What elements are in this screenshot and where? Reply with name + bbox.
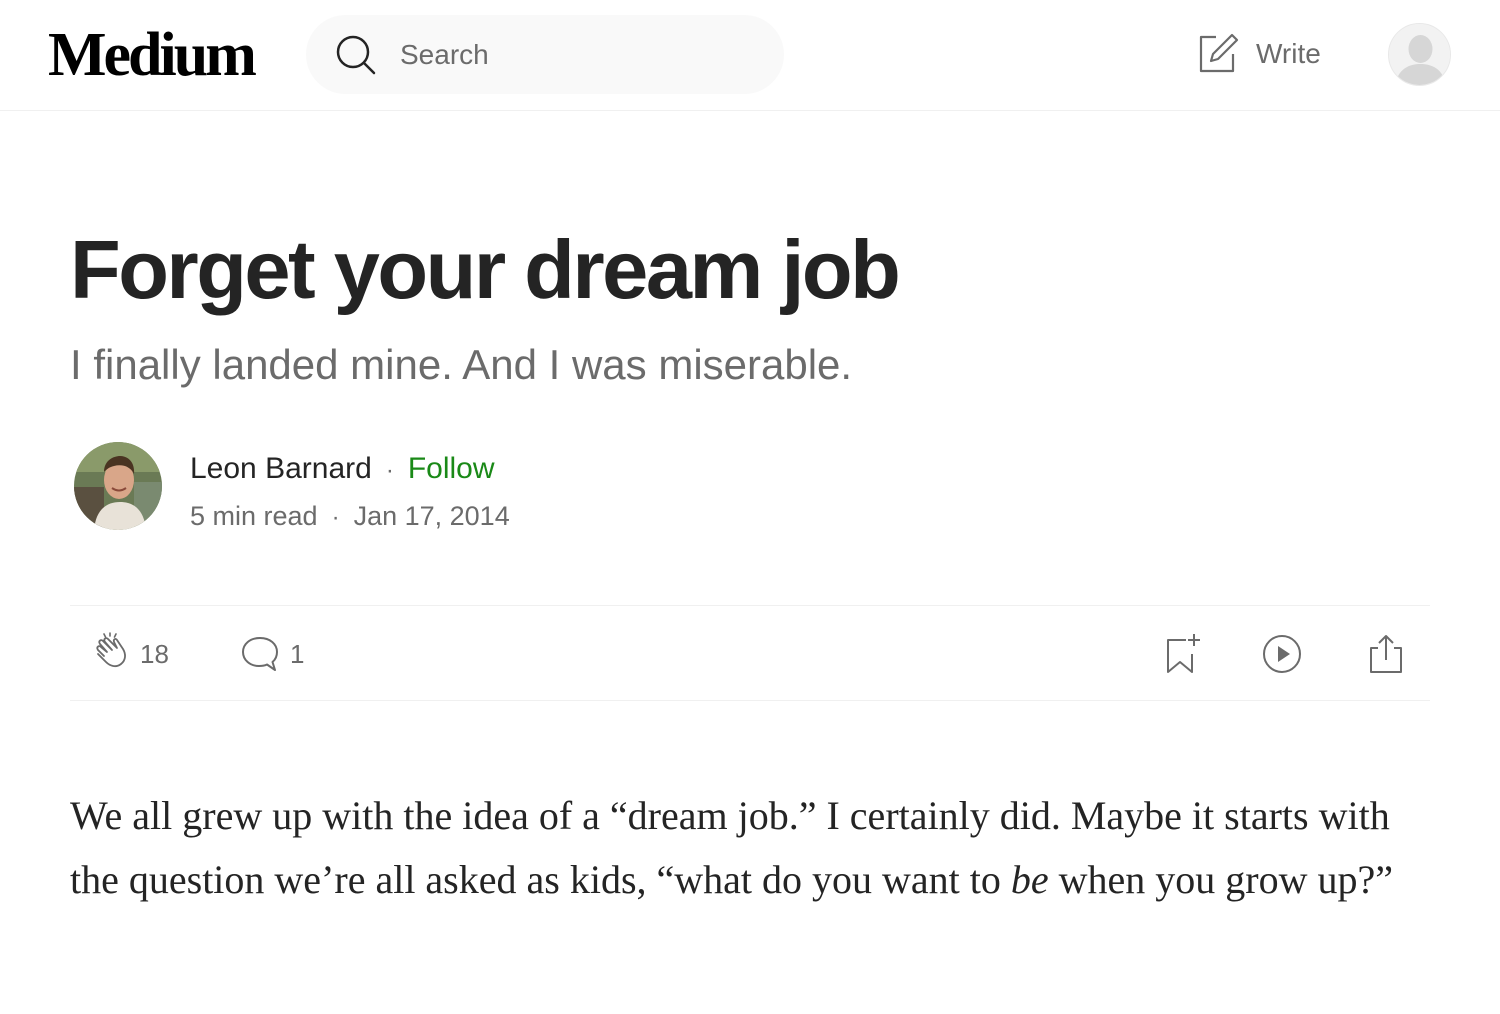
response-count: 1 bbox=[290, 638, 305, 669]
clap-icon bbox=[96, 632, 126, 668]
article-meta: 5 min read · Jan 17, 2014 bbox=[190, 498, 510, 536]
bookmark-add-icon bbox=[1167, 634, 1200, 673]
follow-button[interactable]: Follow bbox=[408, 452, 495, 485]
medium-logo[interactable]: Medium bbox=[48, 22, 257, 88]
publish-date: Jan 17, 2014 bbox=[353, 501, 510, 531]
write-button[interactable]: Write bbox=[1196, 28, 1321, 80]
search-input[interactable] bbox=[400, 33, 760, 77]
article-paragraph: We all grew up with the idea of a “dream… bbox=[70, 784, 1430, 912]
paragraph-text-end: when you grow up?” bbox=[1048, 857, 1394, 902]
save-button[interactable] bbox=[1160, 630, 1204, 678]
listen-button[interactable] bbox=[1260, 630, 1304, 678]
read-time: 5 min read bbox=[190, 501, 318, 531]
article-title: Forget your dream job bbox=[70, 223, 901, 316]
clap-button[interactable]: 18 bbox=[88, 630, 169, 678]
author-line: Leon Barnard · Follow bbox=[190, 450, 495, 490]
search-box[interactable] bbox=[306, 15, 784, 94]
comment-icon bbox=[242, 637, 278, 671]
article-subtitle: I finally landed mine. And I was miserab… bbox=[70, 341, 853, 388]
separator-dot: · bbox=[385, 457, 394, 484]
article-action-bar: 18 1 bbox=[70, 605, 1430, 701]
search-icon bbox=[336, 35, 376, 75]
share-button[interactable] bbox=[1364, 630, 1408, 678]
clap-count: 18 bbox=[140, 638, 169, 669]
separator-dot: · bbox=[331, 504, 340, 531]
user-avatar-button[interactable] bbox=[1388, 23, 1451, 86]
responses-button[interactable]: 1 bbox=[238, 630, 304, 678]
play-icon bbox=[1263, 635, 1301, 673]
author-photo-image bbox=[74, 442, 162, 530]
author-avatar[interactable] bbox=[74, 442, 162, 530]
author-name[interactable]: Leon Barnard bbox=[190, 452, 372, 485]
top-navigation-bar: Medium Write bbox=[0, 0, 1500, 111]
write-label: Write bbox=[1256, 38, 1321, 69]
share-icon bbox=[1370, 635, 1402, 673]
paragraph-emphasis: be bbox=[1010, 857, 1049, 902]
user-avatar-icon bbox=[1389, 24, 1450, 85]
write-icon bbox=[1199, 33, 1239, 73]
